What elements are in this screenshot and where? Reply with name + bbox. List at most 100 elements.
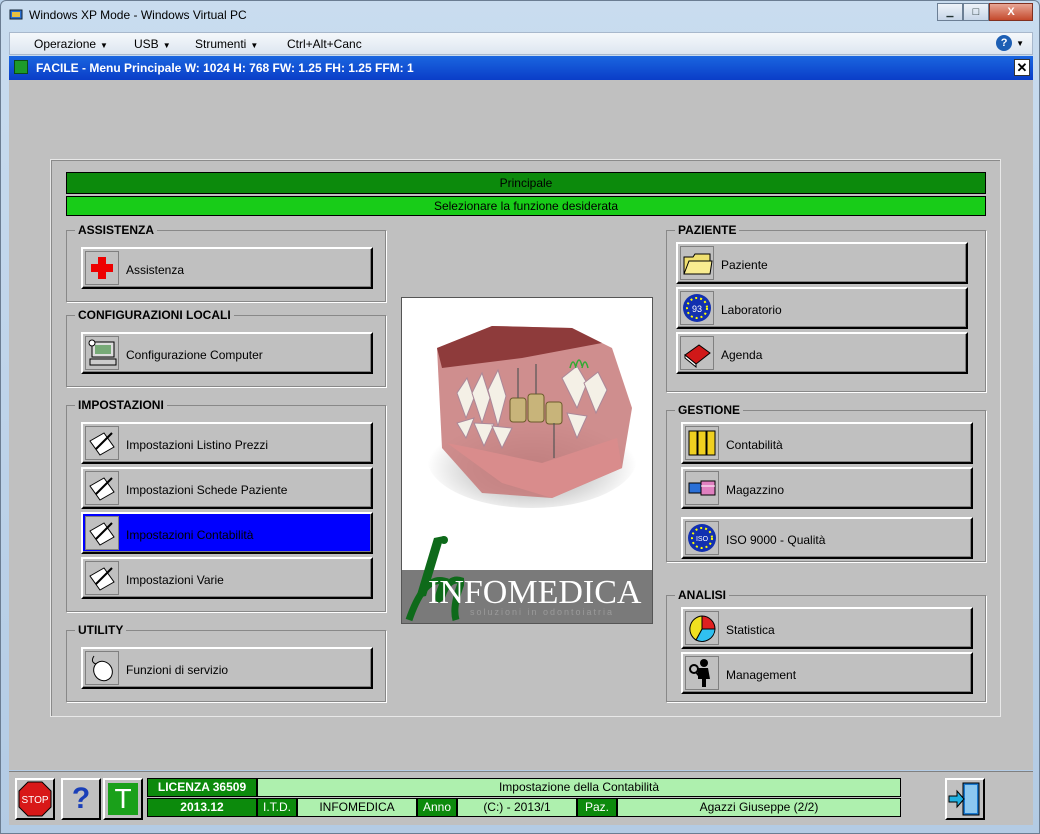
notepad-pencil-icon <box>85 561 119 595</box>
computer-icon <box>85 336 119 370</box>
button-label: Laboratorio <box>721 303 782 317</box>
menu-usb[interactable]: USB ▼ <box>134 37 171 51</box>
pie-chart-icon <box>685 611 719 645</box>
page-subtitle: Selezionare la funzione desiderata <box>66 196 986 216</box>
group-configurazioni-locali: CONFIGURAZIONI LOCALI Configurazione Com… <box>66 308 386 387</box>
logo-tagline: soluzioni in odontoiatria <box>470 607 615 617</box>
stop-button[interactable]: STOP <box>15 778 55 820</box>
svg-text:ISO: ISO <box>696 536 709 543</box>
button-label: Agenda <box>721 348 763 362</box>
button-label: Impostazioni Contabilità <box>126 528 254 542</box>
impostazioni-varie-button[interactable]: Impostazioni Varie <box>81 557 373 599</box>
svg-text:93: 93 <box>692 304 702 314</box>
group-label: GESTIONE <box>675 403 744 417</box>
t-icon: T <box>108 783 138 815</box>
infomedica-logo: INFOMEDICA soluzioni in odontoiatria <box>401 297 653 624</box>
help-menu-button[interactable]: ? ▼ <box>996 35 1024 51</box>
group-label: UTILITY <box>75 623 127 637</box>
assistenza-button[interactable]: Assistenza <box>81 247 373 289</box>
dental-model-illustration <box>427 326 637 508</box>
button-label: Contabilità <box>726 438 783 452</box>
button-label: ISO 9000 - Qualità <box>726 533 826 547</box>
configurazione-computer-button[interactable]: Configurazione Computer <box>81 332 373 374</box>
statistica-button[interactable]: Statistica <box>681 607 973 649</box>
stop-label: STOP <box>21 795 48 806</box>
group-paziente: PAZIENTE Paziente 93 Laboratorio Agenda <box>666 223 986 392</box>
iso-9000-qualita-button[interactable]: ISO ISO 9000 - Qualità <box>681 517 973 559</box>
page-title: Principale <box>66 172 986 194</box>
impostazioni-contabilita-button[interactable]: Impostazioni Contabilità <box>81 512 373 554</box>
menu-operazione[interactable]: Operazione ▼ <box>34 37 108 51</box>
group-assistenza: ASSISTENZA Assistenza <box>66 223 386 302</box>
main-menu-panel: Principale Selezionare la funzione desid… <box>50 159 1001 717</box>
menubar: Operazione ▼ USB ▼ Strumenti ▼ Ctrl+Alt+Can… <box>9 32 1033 55</box>
restore-button[interactable]: □ <box>963 3 989 21</box>
paziente-button[interactable]: Paziente <box>676 242 968 284</box>
chevron-down-icon: ▼ <box>100 41 108 50</box>
funzioni-di-servizio-button[interactable]: Funzioni di servizio <box>81 647 373 689</box>
button-label: Paziente <box>721 258 768 272</box>
mouse-icon <box>85 651 119 685</box>
button-label: Assistenza <box>126 263 185 277</box>
group-label: PAZIENTE <box>675 223 740 237</box>
app-client-area: Principale Selezionare la funzione desid… <box>9 80 1033 770</box>
manager-person-icon <box>685 656 719 690</box>
exit-button[interactable] <box>945 778 985 820</box>
notepad-pencil-icon <box>85 471 119 505</box>
impostazioni-schede-paziente-button[interactable]: Impostazioni Schede Paziente <box>81 467 373 509</box>
contabilita-button[interactable]: Contabilità <box>681 422 973 464</box>
exit-door-icon <box>948 782 980 816</box>
status-bar: STOP ? T LICENZA 36509 Impostazione dell… <box>9 771 1033 825</box>
chevron-down-icon: ▼ <box>1016 39 1024 48</box>
iso-badge-icon: ISO <box>685 521 719 555</box>
paz-label: Paz. <box>577 798 617 817</box>
virtual-pc-window: Windows XP Mode - Windows Virtual PC ▁ □… <box>0 0 1040 834</box>
group-label: CONFIGURAZIONI LOCALI <box>75 308 234 322</box>
button-label: Configurazione Computer <box>126 348 263 362</box>
management-button[interactable]: Management <box>681 652 973 694</box>
help-icon: ? <box>996 35 1013 51</box>
button-label: Impostazioni Schede Paziente <box>126 483 288 497</box>
group-analisi: ANALISI Statistica Management <box>666 588 986 702</box>
window-titlebar[interactable]: Windows XP Mode - Windows Virtual PC ▁ □… <box>1 1 1039 29</box>
anno-label: Anno <box>417 798 457 817</box>
company-label: INFOMEDICA <box>297 798 417 817</box>
patient-label: Agazzi Giuseppe (2/2) <box>617 798 901 817</box>
app-title: FACILE - Menu Principale W: 1024 H: 768 … <box>36 61 414 75</box>
agenda-button[interactable]: Agenda <box>676 332 968 374</box>
menu-strumenti[interactable]: Strumenti ▼ <box>195 37 258 51</box>
folder-icon <box>680 246 714 280</box>
t-button[interactable]: T <box>103 778 143 820</box>
license-label: LICENZA 36509 <box>147 778 257 797</box>
itd-label: I.T.D. <box>257 798 297 817</box>
minimize-button[interactable]: ▁ <box>937 3 963 21</box>
red-book-icon <box>680 336 714 370</box>
button-label: Impostazioni Listino Prezzi <box>126 438 269 452</box>
help-button[interactable]: ? <box>61 778 101 820</box>
window-title: Windows XP Mode - Windows Virtual PC <box>29 8 247 22</box>
notepad-pencil-icon <box>85 516 119 550</box>
magazzino-button[interactable]: Magazzino <box>681 467 973 509</box>
anno-value: (C:) - 2013/1 <box>457 798 577 817</box>
app-close-button[interactable]: ✕ <box>1014 59 1030 76</box>
current-function-label: Impostazione della Contabilità <box>257 778 901 797</box>
group-impostazioni: IMPOSTAZIONI Impostazioni Listino Prezzi… <box>66 398 386 612</box>
virtual-pc-icon <box>9 9 23 20</box>
stop-sign-icon: STOP <box>18 781 52 817</box>
button-label: Statistica <box>726 623 775 637</box>
warehouse-icon <box>685 471 719 505</box>
group-label: ANALISI <box>675 588 729 602</box>
chevron-down-icon: ▼ <box>162 41 171 50</box>
impostazioni-listino-prezzi-button[interactable]: Impostazioni Listino Prezzi <box>81 422 373 464</box>
group-label: IMPOSTAZIONI <box>75 398 167 412</box>
notepad-pencil-icon <box>85 426 119 460</box>
menu-ctrl-alt-canc[interactable]: Ctrl+Alt+Canc <box>287 37 362 51</box>
laboratorio-button[interactable]: 93 Laboratorio <box>676 287 968 329</box>
red-cross-icon <box>85 251 119 285</box>
close-button[interactable]: X <box>989 3 1033 21</box>
group-gestione: GESTIONE Contabilità Magazzino ISO ISO 9… <box>666 403 986 562</box>
button-label: Funzioni di servizio <box>126 663 229 677</box>
eu-stars-icon: 93 <box>680 291 714 325</box>
button-label: Impostazioni Varie <box>126 573 224 587</box>
button-label: Management <box>726 668 797 682</box>
